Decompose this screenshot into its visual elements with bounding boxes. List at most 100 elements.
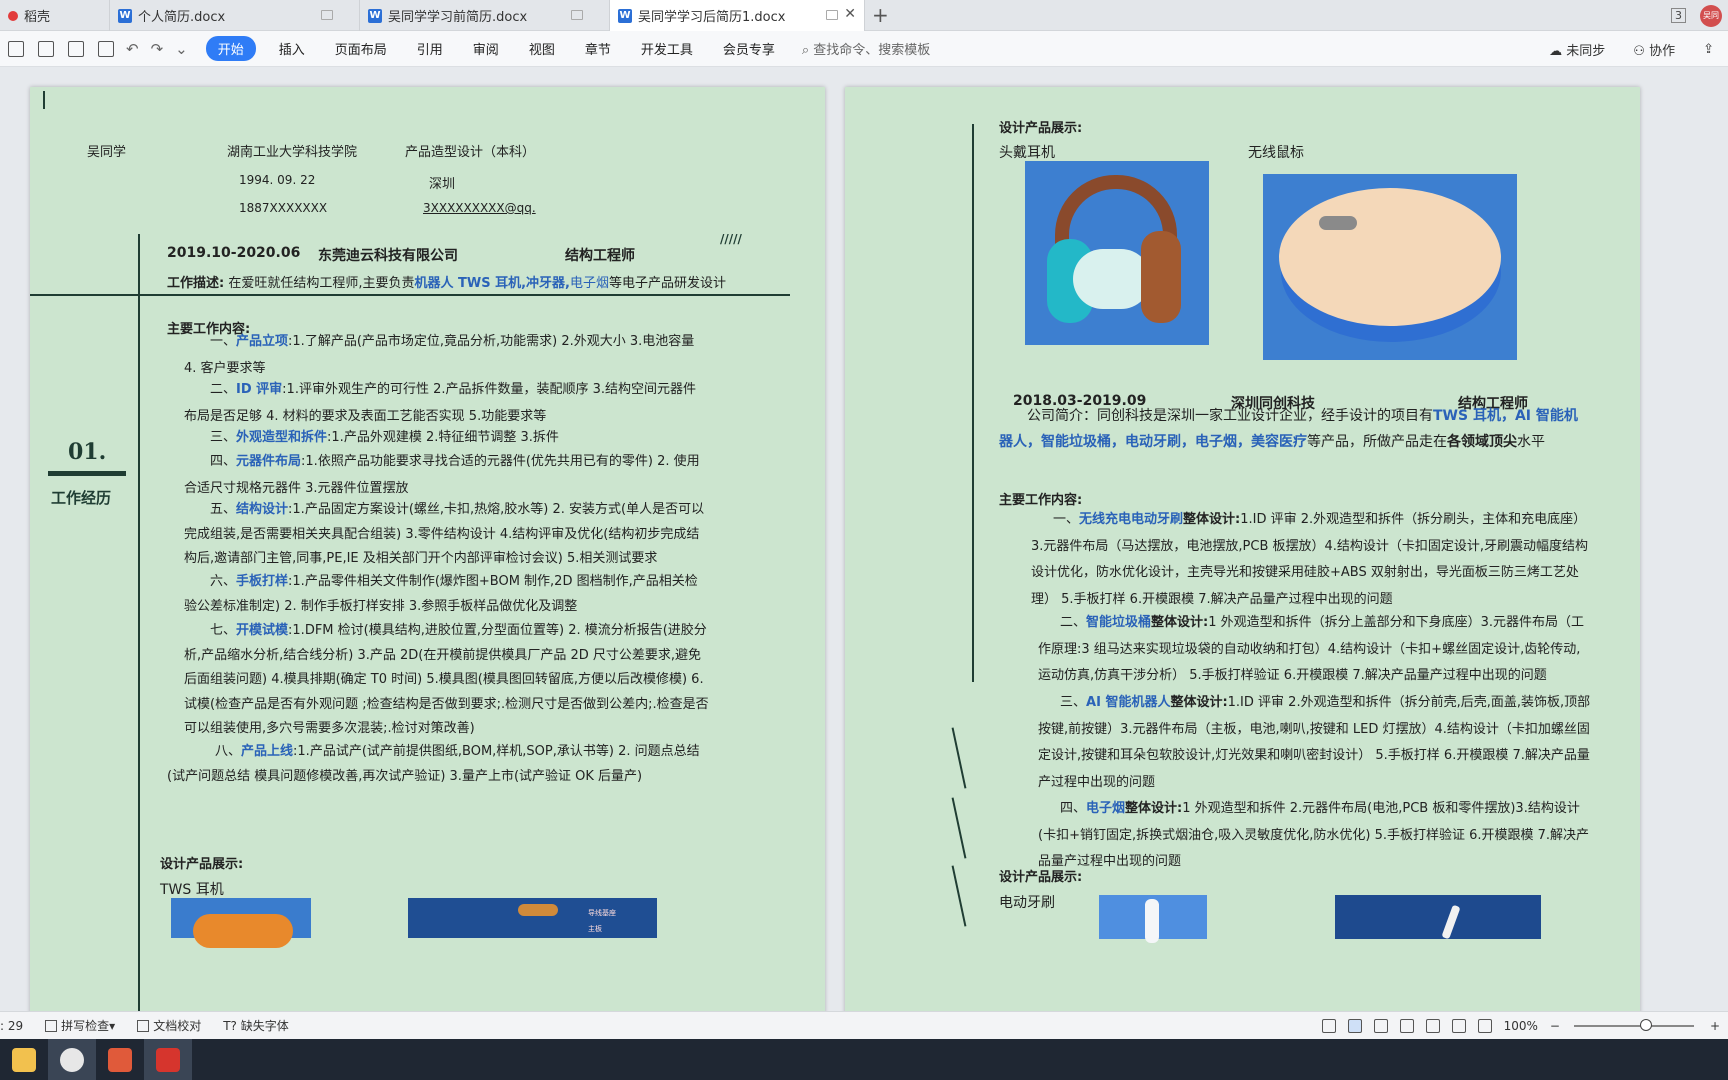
menu-member[interactable]: 会员专享: [723, 39, 775, 58]
taskbar-presentation[interactable]: [96, 1039, 144, 1080]
collab-button[interactable]: ⚇ 协作: [1633, 40, 1689, 59]
resume-birth: 1994. 09. 22: [239, 173, 316, 187]
resume-email[interactable]: 3XXXXXXXXX@qq.: [423, 201, 536, 215]
design-showcase-title-2: 设计产品展示:: [999, 870, 1083, 885]
chevron-down-icon[interactable]: ⌄: [175, 40, 188, 58]
menu-home[interactable]: 开始: [205, 36, 256, 61]
undo-icon[interactable]: ↶: [126, 40, 139, 58]
tws-exploded-image[interactable]: 导线基座 主板: [408, 898, 657, 938]
docer-icon: [8, 10, 18, 21]
print-icon[interactable]: [68, 40, 84, 57]
presentation-icon: [108, 1047, 132, 1072]
menu-insert[interactable]: 插入: [279, 39, 305, 58]
tab-label: 个人简历.docx: [138, 10, 226, 25]
page-view-icon[interactable]: [1347, 1019, 1362, 1033]
new-tab-button[interactable]: +: [872, 3, 889, 27]
fit-page-icon[interactable]: [1477, 1019, 1492, 1033]
zoom-level[interactable]: 100%: [1504, 1019, 1538, 1033]
toothbrush-image[interactable]: [1099, 895, 1207, 943]
product-label-mouse: 无线鼠标: [1248, 145, 1304, 161]
work-item: 四、元器件布局:1.依照产品功能要求寻找合适的元器件(优先共用已有的零件) 2.…: [184, 449, 709, 502]
item-title: 无线充电电动牙刷: [1079, 512, 1184, 527]
sync-status[interactable]: ☁ 未同步: [1549, 40, 1619, 59]
eye-protection-icon[interactable]: [1321, 1019, 1336, 1033]
window-count[interactable]: 3: [1671, 8, 1686, 23]
menu-section[interactable]: 章节: [585, 39, 611, 58]
item-sub: 整体设计:: [1170, 695, 1228, 710]
item-prefix: 六、: [210, 574, 237, 589]
pen-icon[interactable]: [1451, 1019, 1466, 1033]
menu-review[interactable]: 审阅: [473, 39, 499, 58]
spell-label: 拼写检查: [61, 1019, 110, 1033]
zoom-knob[interactable]: [1639, 1019, 1652, 1031]
item-title: 智能垃圾桶: [1086, 615, 1152, 630]
read-view-icon[interactable]: [1399, 1019, 1414, 1033]
job-desc: 工作描述: 在爱旺就任结构工程师,主要负责机器人 TWS 耳机,冲牙器,电子烟等…: [167, 272, 726, 291]
headphone-image[interactable]: [1025, 161, 1209, 345]
exploded-part: [518, 904, 558, 916]
taskbar-wps[interactable]: [144, 1039, 192, 1080]
timeline-line: [972, 124, 974, 682]
item-prefix: 四、: [1060, 801, 1087, 816]
section-title: 工作经历: [51, 489, 112, 507]
tab-resume-after[interactable]: W 吴同学学习后简历1.docx ✕: [610, 0, 865, 31]
tab-docer[interactable]: 稻壳: [0, 0, 110, 31]
item-text: :1.产品外观建模 2.特征细节调整 3.拆件: [327, 430, 559, 445]
timeline-stroke: [951, 727, 967, 789]
menu-view[interactable]: 视图: [529, 39, 555, 58]
outline-view-icon[interactable]: [1373, 1019, 1388, 1033]
item-sub: 整体设计:: [1151, 615, 1209, 630]
status-bar: : 29 拼写检查 ▾ 文档校对 T? 缺失字体 100% − +: [0, 1011, 1728, 1039]
zoom-out-icon[interactable]: −: [1550, 1019, 1560, 1033]
zoom-in-icon[interactable]: +: [1710, 1019, 1720, 1033]
page-left[interactable]: 吴同学 湖南工业大学科技学院 产品造型设计（本科） 1994. 09. 22 深…: [30, 87, 825, 1011]
work-item: 八、产品上线:1.产品试产(试产前提供图纸,BOM,样机,SOP,承认书等) 2…: [167, 740, 709, 789]
design-showcase-title: 设计产品展示:: [999, 121, 1083, 136]
item-prefix: 八、: [215, 744, 242, 759]
window-icon[interactable]: [321, 10, 333, 20]
timeline-line: [138, 234, 140, 1011]
close-icon[interactable]: ✕: [844, 6, 856, 22]
menu-developer[interactable]: 开发工具: [641, 39, 693, 58]
spell-check-button[interactable]: 拼写检查 ▾: [45, 1017, 115, 1034]
tab-resume-before[interactable]: W 吴同学学习前简历.docx: [360, 0, 610, 31]
share-icon[interactable]: ⇪: [1703, 42, 1714, 57]
design-item-label-2: 电动牙刷: [999, 895, 1055, 911]
job-role: 结构工程师: [565, 248, 635, 264]
missing-font-button[interactable]: T? 缺失字体: [223, 1017, 289, 1034]
toothbrush-exploded-image[interactable]: [1335, 895, 1541, 940]
menu-layout[interactable]: 页面布局: [335, 39, 387, 58]
menu-references[interactable]: 引用: [417, 39, 443, 58]
preview-icon[interactable]: [98, 40, 114, 57]
window-icon[interactable]: [571, 10, 583, 20]
tab-label: 吴同学学习前简历.docx: [388, 10, 528, 25]
ear-cushion: [1073, 249, 1151, 309]
taskbar-file-explorer[interactable]: [0, 1039, 48, 1080]
mouse-image[interactable]: [1263, 174, 1517, 360]
item-sub: 整体设计:: [1183, 512, 1241, 527]
tws-earbud-image[interactable]: [171, 898, 311, 948]
avatar[interactable]: 吴同: [1700, 4, 1722, 27]
page-info[interactable]: : 29: [0, 1019, 23, 1033]
command-search[interactable]: ⌕ 查找命令、搜索模板: [802, 39, 930, 58]
taskbar-browser[interactable]: [48, 1039, 96, 1080]
tab-label: 吴同学学习后简历1.docx: [638, 10, 786, 25]
proofread-button[interactable]: 文档校对: [137, 1017, 201, 1034]
redo-icon[interactable]: ↷: [151, 40, 164, 58]
window-icon[interactable]: [826, 10, 838, 20]
zoom-slider[interactable]: [1573, 1019, 1694, 1031]
timeline-stroke: [951, 865, 967, 927]
word-doc-icon: W: [618, 8, 632, 23]
work-item: 一、产品立项:1.了解产品(产品市场定位,竟品分析,功能需求) 2.外观大小 3…: [184, 329, 709, 382]
document-workspace[interactable]: 吴同学 湖南工业大学科技学院 产品造型设计（本科） 1994. 09. 22 深…: [0, 67, 1728, 1011]
page-right[interactable]: 设计产品展示: 头戴耳机 无线鼠标 2018.03-2019.09 深圳同创科技…: [845, 87, 1640, 1011]
job-desc-hl2: 电子烟: [569, 276, 609, 291]
section-number-underline: [48, 471, 126, 476]
web-view-icon[interactable]: [1425, 1019, 1440, 1033]
resume-school: 湖南工业大学科技学院: [227, 145, 358, 160]
export-icon[interactable]: [38, 40, 54, 57]
job-company: 东莞迪云科技有限公司: [318, 248, 458, 264]
save-icon[interactable]: [8, 40, 24, 57]
word-doc-icon: W: [368, 8, 382, 23]
tab-resume[interactable]: W 个人简历.docx: [110, 0, 360, 31]
